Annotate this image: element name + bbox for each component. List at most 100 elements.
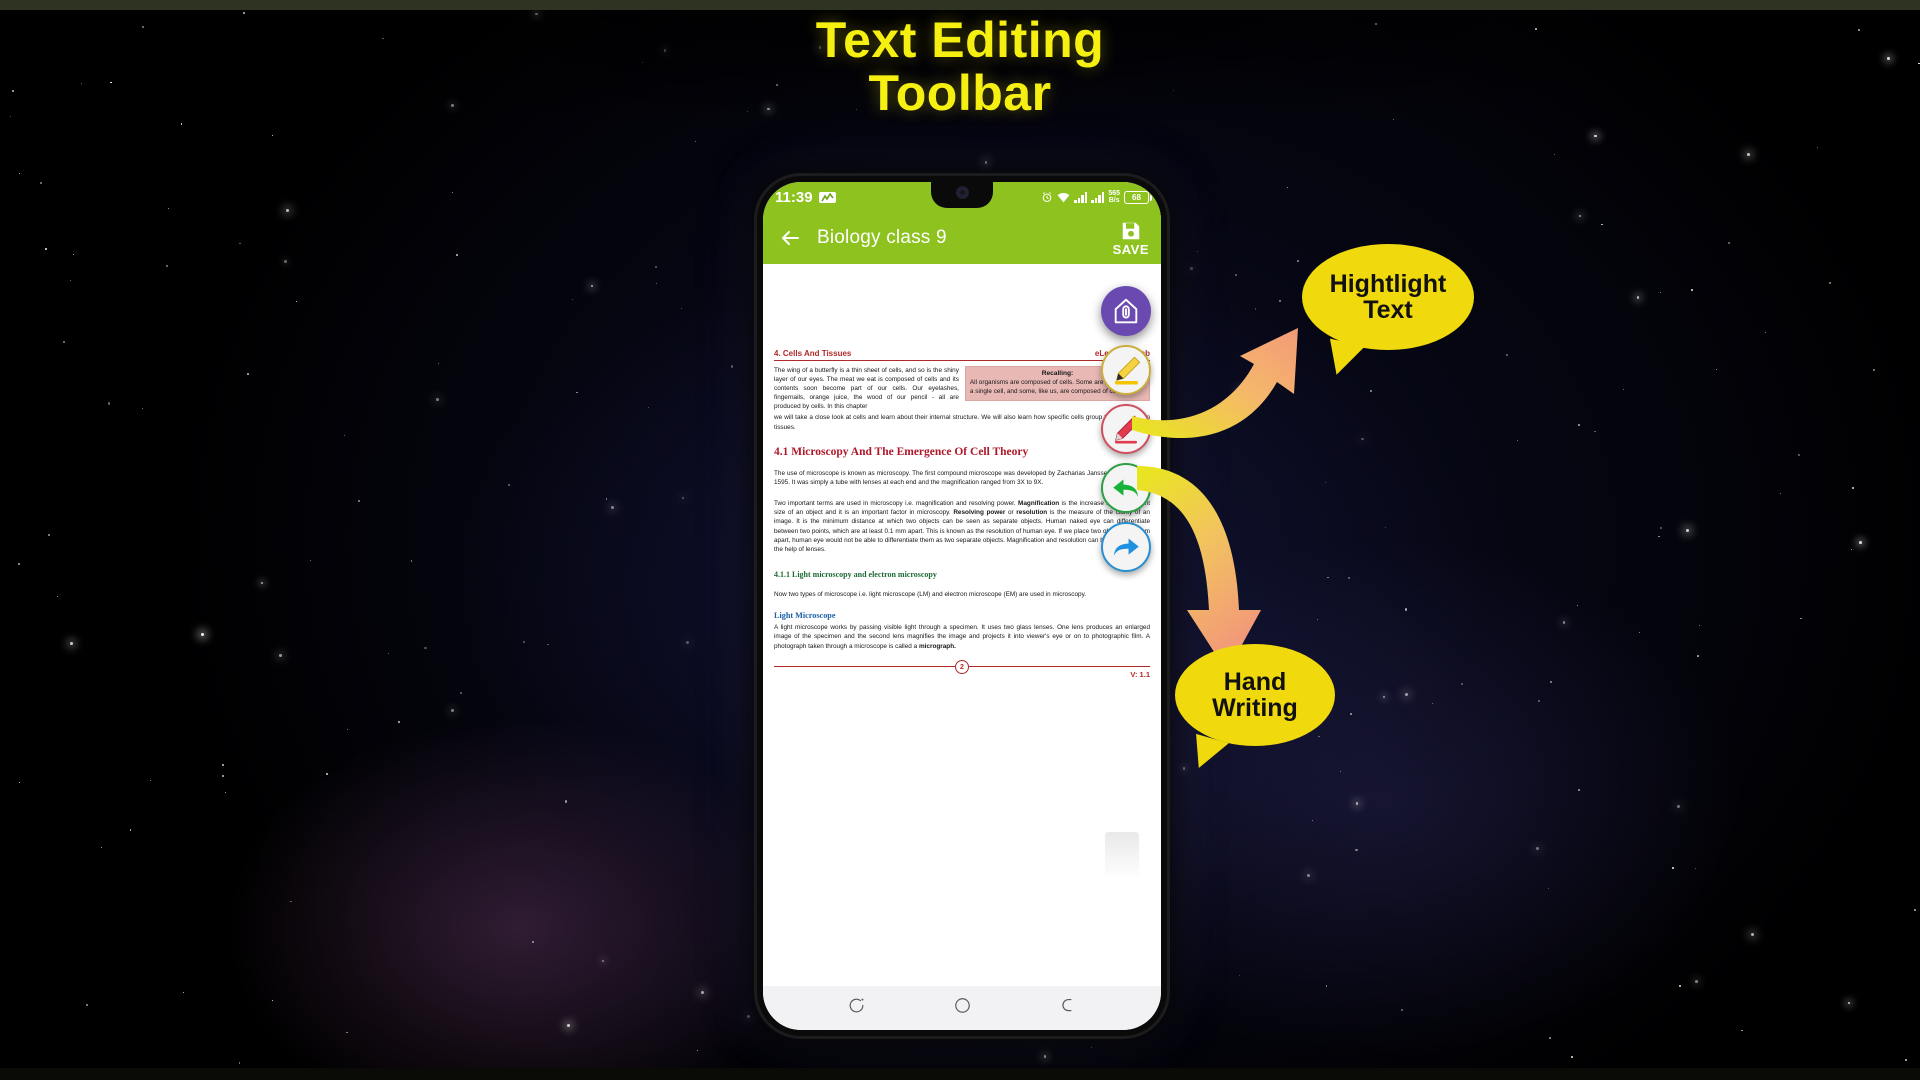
star	[1238, 975, 1240, 977]
star	[1741, 1029, 1744, 1032]
headline-line-1: Text Editing	[815, 12, 1105, 68]
star	[1697, 655, 1699, 658]
page-number: 2	[955, 660, 969, 675]
star	[1361, 437, 1364, 440]
star	[680, 307, 682, 309]
star	[1797, 453, 1801, 456]
document-footer: 2 V: 1.1	[774, 660, 1150, 682]
star	[200, 633, 204, 637]
scroll-thumb[interactable]	[1105, 832, 1139, 876]
p4-bold-micrograph: micrograph.	[918, 642, 956, 650]
star	[1750, 933, 1754, 937]
star	[388, 652, 390, 654]
paragraph-2: Two important terms are used in microsco…	[774, 499, 1150, 555]
star	[1306, 874, 1310, 878]
star	[984, 161, 988, 165]
star	[437, 362, 440, 365]
document-viewer[interactable]: 4. Cells And Tissues eLearn.Punjab The w…	[763, 264, 1161, 986]
battery-percent: 68	[1132, 192, 1141, 202]
callout-highlight-text: Hightlight Text	[1302, 244, 1474, 380]
star	[1829, 281, 1831, 284]
star	[1350, 713, 1353, 715]
star	[1578, 788, 1581, 791]
star	[456, 254, 458, 257]
star	[284, 260, 287, 263]
star	[73, 254, 75, 256]
home-circle-icon[interactable]	[953, 996, 972, 1020]
star	[182, 991, 184, 993]
recents-icon[interactable]	[847, 996, 866, 1020]
star	[1286, 186, 1289, 188]
star	[1873, 368, 1876, 371]
phone-notch	[931, 182, 993, 208]
star	[1694, 867, 1696, 869]
back-arrow-icon[interactable]	[775, 223, 805, 253]
star	[1382, 696, 1385, 699]
star	[1622, 389, 1624, 391]
star	[1460, 683, 1463, 686]
net-speed-unit: B/s	[1108, 197, 1120, 204]
status-bar-left: 11:39	[775, 189, 836, 206]
poster-headline: Text Editing Toolbar	[0, 14, 1920, 119]
star	[40, 182, 42, 184]
star	[452, 191, 454, 194]
star	[290, 900, 292, 903]
status-bar-right: 565 B/s 68	[1041, 190, 1152, 204]
bottom-border-strip	[0, 1068, 1920, 1080]
star	[1536, 846, 1540, 850]
star	[70, 279, 72, 281]
star	[1676, 805, 1680, 809]
star	[19, 173, 21, 175]
signal-bars-icon	[1091, 191, 1105, 203]
callout-hand-line2: Writing	[1212, 694, 1298, 722]
star	[1506, 354, 1508, 356]
star	[1235, 273, 1238, 277]
document-intro-row: The wing of a butterfly is a thin sheet …	[774, 366, 1150, 411]
star	[700, 990, 704, 994]
star	[142, 407, 144, 410]
star	[696, 1049, 698, 1052]
callout-hand-line1: Hand	[1223, 667, 1287, 696]
star	[654, 266, 657, 269]
star	[424, 647, 427, 650]
star	[730, 365, 733, 368]
star	[1297, 259, 1300, 262]
star	[1043, 1055, 1047, 1058]
front-camera-icon	[955, 186, 969, 199]
activity-chart-icon	[818, 191, 836, 203]
star	[100, 846, 102, 848]
doc-header-left: 4. Cells And Tissues	[774, 349, 852, 358]
star	[1547, 887, 1550, 890]
star	[1914, 909, 1916, 911]
star	[681, 496, 685, 500]
star	[1904, 1059, 1908, 1062]
heading-4-1: 4.1 Microscopy And The Emergence Of Cell…	[774, 446, 1029, 459]
star	[221, 775, 224, 778]
back-nav-icon[interactable]	[1059, 996, 1078, 1020]
star	[326, 772, 329, 775]
system-nav-bar	[763, 986, 1161, 1030]
paragraph-3: Now two types of microscope i.e. light m…	[774, 590, 1087, 598]
star	[547, 643, 549, 645]
star	[1594, 134, 1598, 138]
star	[1404, 608, 1408, 611]
star	[1254, 308, 1257, 311]
star	[358, 500, 361, 503]
star	[694, 140, 696, 142]
top-border-strip	[0, 0, 1920, 10]
star	[1384, 526, 1386, 528]
intro-paragraph-continued: we will take a close look at cells and l…	[774, 414, 1150, 431]
save-button[interactable]: SAVE	[1113, 220, 1149, 256]
wifi-icon	[1057, 192, 1070, 203]
star	[1660, 526, 1663, 530]
star	[1847, 1001, 1851, 1005]
star	[1090, 1047, 1092, 1048]
star	[523, 640, 525, 643]
star	[1576, 604, 1579, 607]
document-running-head: 4. Cells And Tissues eLearn.Punjab	[774, 349, 1150, 361]
star	[1746, 152, 1750, 156]
heading-light-microscope: Light Microscope	[774, 611, 836, 621]
star	[567, 1023, 571, 1027]
star	[1601, 223, 1603, 226]
star	[129, 829, 132, 831]
